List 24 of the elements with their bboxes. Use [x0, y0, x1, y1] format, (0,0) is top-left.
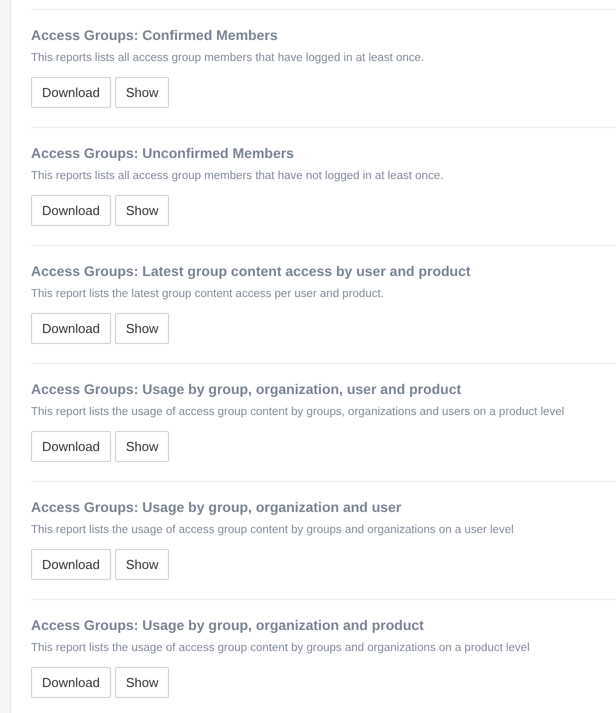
download-button[interactable]: Download	[31, 313, 111, 344]
report-description: This report lists the usage of access group content by groups, organizations and users on a product level	[31, 405, 566, 420]
report-description: This report lists the latest group content access per user and product.	[31, 287, 385, 302]
report-description: This reports lists all access group members that have not logged in at least once.	[31, 169, 444, 184]
show-button[interactable]: Show	[114, 313, 170, 344]
show-button[interactable]: Show	[114, 431, 170, 462]
download-button[interactable]: Download	[31, 195, 111, 226]
report-description: This report lists the usage of access group content by groups and organizations on a user level	[31, 523, 515, 538]
report-title: Access Groups: Usage by group, organization and user	[31, 498, 402, 516]
report-title: Access Groups: Confirmed Members	[31, 26, 279, 44]
show-button[interactable]: Show	[114, 667, 170, 698]
download-button[interactable]: Download	[31, 667, 111, 698]
report-title: Access Groups: Unconfirmed Members	[31, 144, 295, 162]
show-button[interactable]: Show	[114, 549, 170, 580]
download-button[interactable]: Download	[31, 431, 111, 462]
show-button[interactable]: Show	[114, 77, 170, 108]
download-button[interactable]: Download	[31, 549, 111, 580]
report-description: This reports lists all access group members that have logged in at least once.	[31, 51, 426, 66]
report-title: Access Groups: Latest group content access by user and product	[31, 262, 472, 280]
download-button[interactable]: Download	[31, 77, 111, 108]
report-description: This report lists the usage of access group content by groups and organizations on a product level	[31, 641, 531, 656]
show-button[interactable]: Show	[114, 195, 170, 226]
report-title: Access Groups: Usage by group, organization and product	[31, 616, 425, 634]
report-title: Access Groups: Usage by group, organization, user and product	[31, 380, 462, 398]
